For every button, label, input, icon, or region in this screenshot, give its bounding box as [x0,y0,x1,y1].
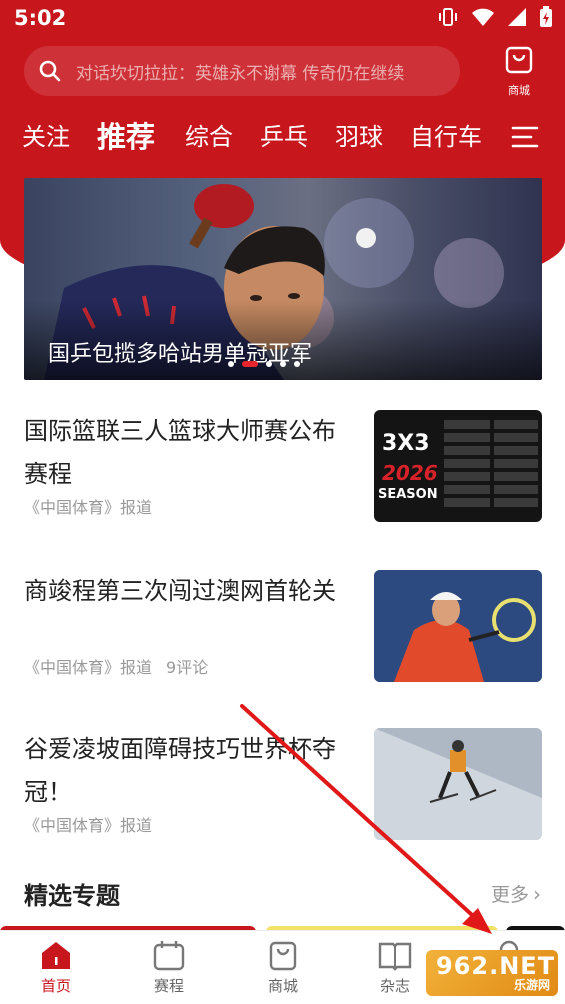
news-title: 商竣程第三次闯过澳网首轮关 [24,577,336,605]
menu-icon[interactable] [510,122,540,152]
carousel-dot [228,361,234,367]
site-watermark: 962.NET 乐游网 [426,950,558,996]
battery-icon [539,6,553,28]
wifi-icon [471,7,495,27]
more-label: 更多 [490,884,529,906]
svg-text:SEASON: SEASON [378,487,438,502]
news-source: 《中国体育》报道 [24,498,153,517]
tab-cycling[interactable]: 自行车 [410,112,482,162]
news-thumbnail: 3X3 2026 SEASON [374,410,542,522]
search-bar[interactable]: 对话坎切拉拉：英雄永不谢幕 传奇仍在继续 [24,46,460,96]
news-item[interactable]: 商竣程第三次闯过澳网首轮关 《中国体育》报道 9评论 [24,570,542,682]
svg-text:3X3: 3X3 [382,431,430,456]
category-tabs: 关注 推荐 综合 乒乓 羽球 自行车 [0,112,565,162]
nav-schedule-label: 赛程 [153,977,184,995]
carousel-dot [294,361,300,367]
nav-mall-label: 商城 [267,977,298,995]
hero-banner[interactable]: 国乒包揽多哈站男单冠亚军 [24,178,542,380]
home-icon [42,942,70,969]
featured-topics-title: 精选专题 [24,882,120,910]
tab-badminton[interactable]: 羽球 [335,112,383,162]
svg-text:2026: 2026 [382,461,438,485]
news-meta: 《中国体育》报道 [24,494,152,518]
news-item[interactable]: 国际篮联三人篮球大师赛公布赛程 《中国体育》报道 3X3 2026 SEASON [24,410,542,528]
news-source: 《中国体育》报道 [24,816,153,835]
watermark-sub: 乐游网 [513,978,550,992]
search-placeholder: 对话坎切拉拉：英雄永不谢幕 传奇仍在继续 [76,63,405,84]
book-icon [378,942,412,971]
carousel-dot-active [242,361,258,367]
tab-recommend[interactable]: 推荐 [97,112,155,162]
mall-label: 商城 [508,84,530,97]
nav-schedule[interactable]: 赛程 [134,939,204,996]
news-item[interactable]: 谷爱凌坡面障碍技巧世界杯夺冠！ 《中国体育》报道 [24,728,542,840]
shopping-bag-icon [505,46,533,74]
status-time: 5:02 [14,6,67,30]
search-icon [39,60,61,82]
tab-follow[interactable]: 关注 [22,112,70,162]
mall-button[interactable]: 商城 [496,44,542,98]
news-thumbnail [374,728,542,840]
carousel-dot [280,361,286,367]
shopping-bag-icon [269,941,297,971]
carousel-dot [266,361,272,367]
signal-icon [507,7,527,27]
news-title: 国际篮联三人篮球大师赛公布赛程 [24,417,336,488]
news-meta: 《中国体育》报道 [24,812,152,836]
news-meta: 《中国体育》报道 9评论 [24,654,208,678]
nav-mall[interactable]: 商城 [248,939,318,996]
nav-magazine-label: 杂志 [379,977,410,995]
chevron-right-icon: › [533,882,541,906]
vibrate-icon [437,6,459,28]
more-link[interactable]: 更多 › [491,880,541,907]
status-bar: 5:02 [0,0,565,38]
tab-general[interactable]: 综合 [185,112,233,162]
calendar-icon [153,941,185,971]
news-thumbnail [374,570,542,682]
news-comments: 9评论 [166,658,209,677]
news-source: 《中国体育》报道 [24,658,153,677]
tab-table-tennis[interactable]: 乒乓 [260,112,308,162]
news-title: 谷爱凌坡面障碍技巧世界杯夺冠！ [24,735,336,806]
carousel-indicator [228,361,300,367]
nav-home[interactable]: 首页 [21,939,91,996]
nav-home-label: 首页 [40,977,71,995]
nav-magazine[interactable]: 杂志 [360,939,430,996]
